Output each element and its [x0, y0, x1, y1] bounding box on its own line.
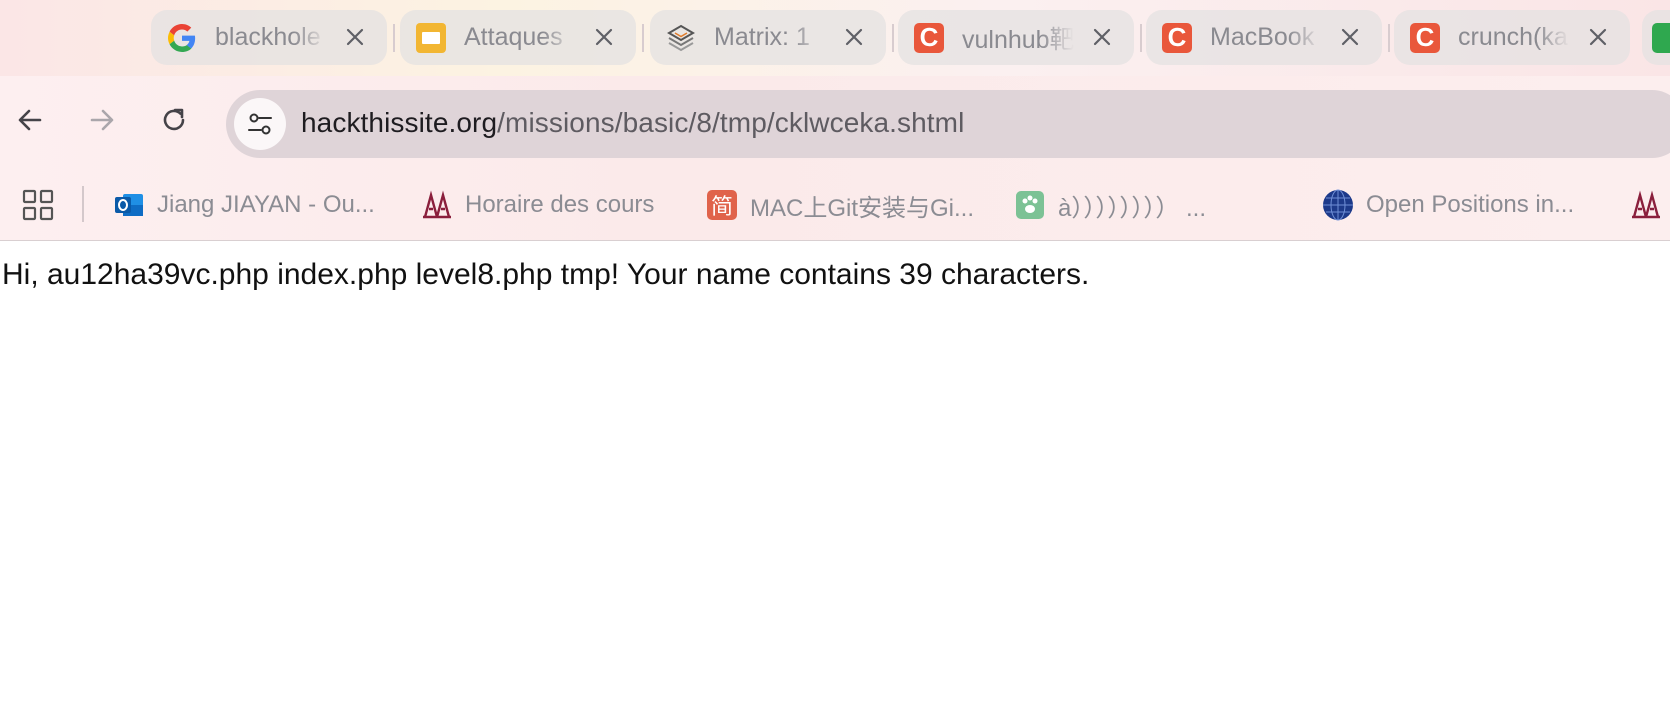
- bookmark-label: à）））））））） ...: [1058, 194, 1207, 222]
- c-icon: C: [1410, 22, 1440, 53]
- toolbar: hackthissite.org/missions/basic/8/tmp/ck…: [0, 76, 1670, 172]
- address-bar[interactable]: hackthissite.org/missions/basic/8/tmp/ck…: [226, 90, 1670, 158]
- bookmarks-separator: [82, 186, 84, 222]
- bookmark-paw[interactable]: à）））））））） ...: [1014, 188, 1206, 222]
- slides-icon: [416, 22, 446, 53]
- tab-title: Matrix: 1: [714, 23, 810, 51]
- bookmark-label: Horaire des cours: [465, 191, 655, 218]
- back-button[interactable]: [10, 100, 50, 140]
- google-icon: [167, 23, 197, 53]
- arrow-right-icon: [90, 109, 114, 131]
- close-icon[interactable]: [1336, 23, 1364, 51]
- bookmark-outlook[interactable]: Jiang JIAYAN - Ou...: [113, 188, 375, 222]
- reload-button[interactable]: [154, 100, 194, 140]
- tab-separator: [892, 24, 894, 52]
- result-message: Hi, au12ha39vc.php index.php level8.php …: [2, 258, 1090, 291]
- apps-grid-icon[interactable]: [22, 189, 54, 221]
- tab-title: MacBook: [1210, 23, 1315, 51]
- reload-icon: [163, 108, 185, 131]
- tab-title: vulnhub靶: [962, 25, 1074, 54]
- bookmark-label: Jiang JIAYAN - Ou...: [157, 191, 375, 218]
- tab-matrix[interactable]: Matrix: 1: [650, 10, 886, 65]
- bookmark-label: Open Positions in...: [1366, 191, 1575, 218]
- c-icon: C: [1162, 22, 1192, 53]
- close-icon[interactable]: [1584, 23, 1612, 51]
- tab-partial[interactable]: [1642, 10, 1670, 65]
- tab-strip: blackhole Attaques Matrix: 1 C vulnhub靶 …: [0, 0, 1670, 76]
- tab-separator: [642, 24, 644, 52]
- matrix-icon: [666, 23, 696, 53]
- tab-attaques[interactable]: Attaques: [400, 10, 636, 65]
- tab-title: Attaques: [464, 23, 563, 51]
- bookmark-git[interactable]: 简 MAC上Git安装与Gi...: [706, 188, 974, 222]
- close-icon[interactable]: [590, 23, 618, 51]
- url-domain: hackthissite.org: [301, 107, 498, 138]
- university-icon: [421, 189, 453, 221]
- close-icon[interactable]: [840, 23, 868, 51]
- site-info-button[interactable]: [234, 98, 286, 150]
- bookmark-open-positions[interactable]: Open Positions in...: [1322, 188, 1574, 222]
- tab-macbook[interactable]: C MacBook: [1146, 10, 1382, 65]
- forward-button[interactable]: [82, 100, 122, 140]
- tab-title: blackhole: [215, 23, 321, 51]
- jianshu-icon: 简: [706, 189, 738, 221]
- tab-favicon-icon: [1652, 22, 1670, 53]
- tab-separator: [1388, 24, 1390, 52]
- close-icon[interactable]: [1088, 23, 1116, 51]
- bookmark-horaire[interactable]: Horaire des cours: [421, 188, 654, 222]
- tune-icon: [248, 113, 272, 135]
- tab-vulnhub[interactable]: C vulnhub靶: [898, 10, 1134, 65]
- close-icon[interactable]: [341, 23, 369, 51]
- url-path: /missions/basic/8/tmp/cklwceka.shtml: [497, 107, 965, 138]
- paw-icon: [1014, 189, 1046, 221]
- tab-separator: [1140, 24, 1142, 52]
- arrow-left-icon: [18, 109, 42, 131]
- browser-chrome: blackhole Attaques Matrix: 1 C vulnhub靶 …: [0, 0, 1670, 241]
- jianshu-glyph: 简: [707, 190, 737, 220]
- c-icon: C: [914, 22, 944, 53]
- tab-blackhole[interactable]: blackhole: [151, 10, 387, 65]
- university-icon: [1630, 189, 1662, 221]
- bookmark-partial[interactable]: [1630, 188, 1662, 222]
- url-text[interactable]: hackthissite.org/missions/basic/8/tmp/ck…: [301, 107, 964, 139]
- bookmark-label: MAC上Git安装与Gi...: [750, 194, 975, 222]
- page-content: Hi, au12ha39vc.php index.php level8.php …: [0, 241, 1670, 720]
- bookmarks-bar: Jiang JIAYAN - Ou... Horaire des cours 简…: [0, 172, 1670, 240]
- outlook-icon: [113, 189, 145, 221]
- tab-separator: [393, 24, 395, 52]
- globe-icon: [1322, 189, 1354, 221]
- tab-crunch[interactable]: C crunch(ka: [1394, 10, 1630, 65]
- tab-title: crunch(ka: [1458, 23, 1568, 51]
